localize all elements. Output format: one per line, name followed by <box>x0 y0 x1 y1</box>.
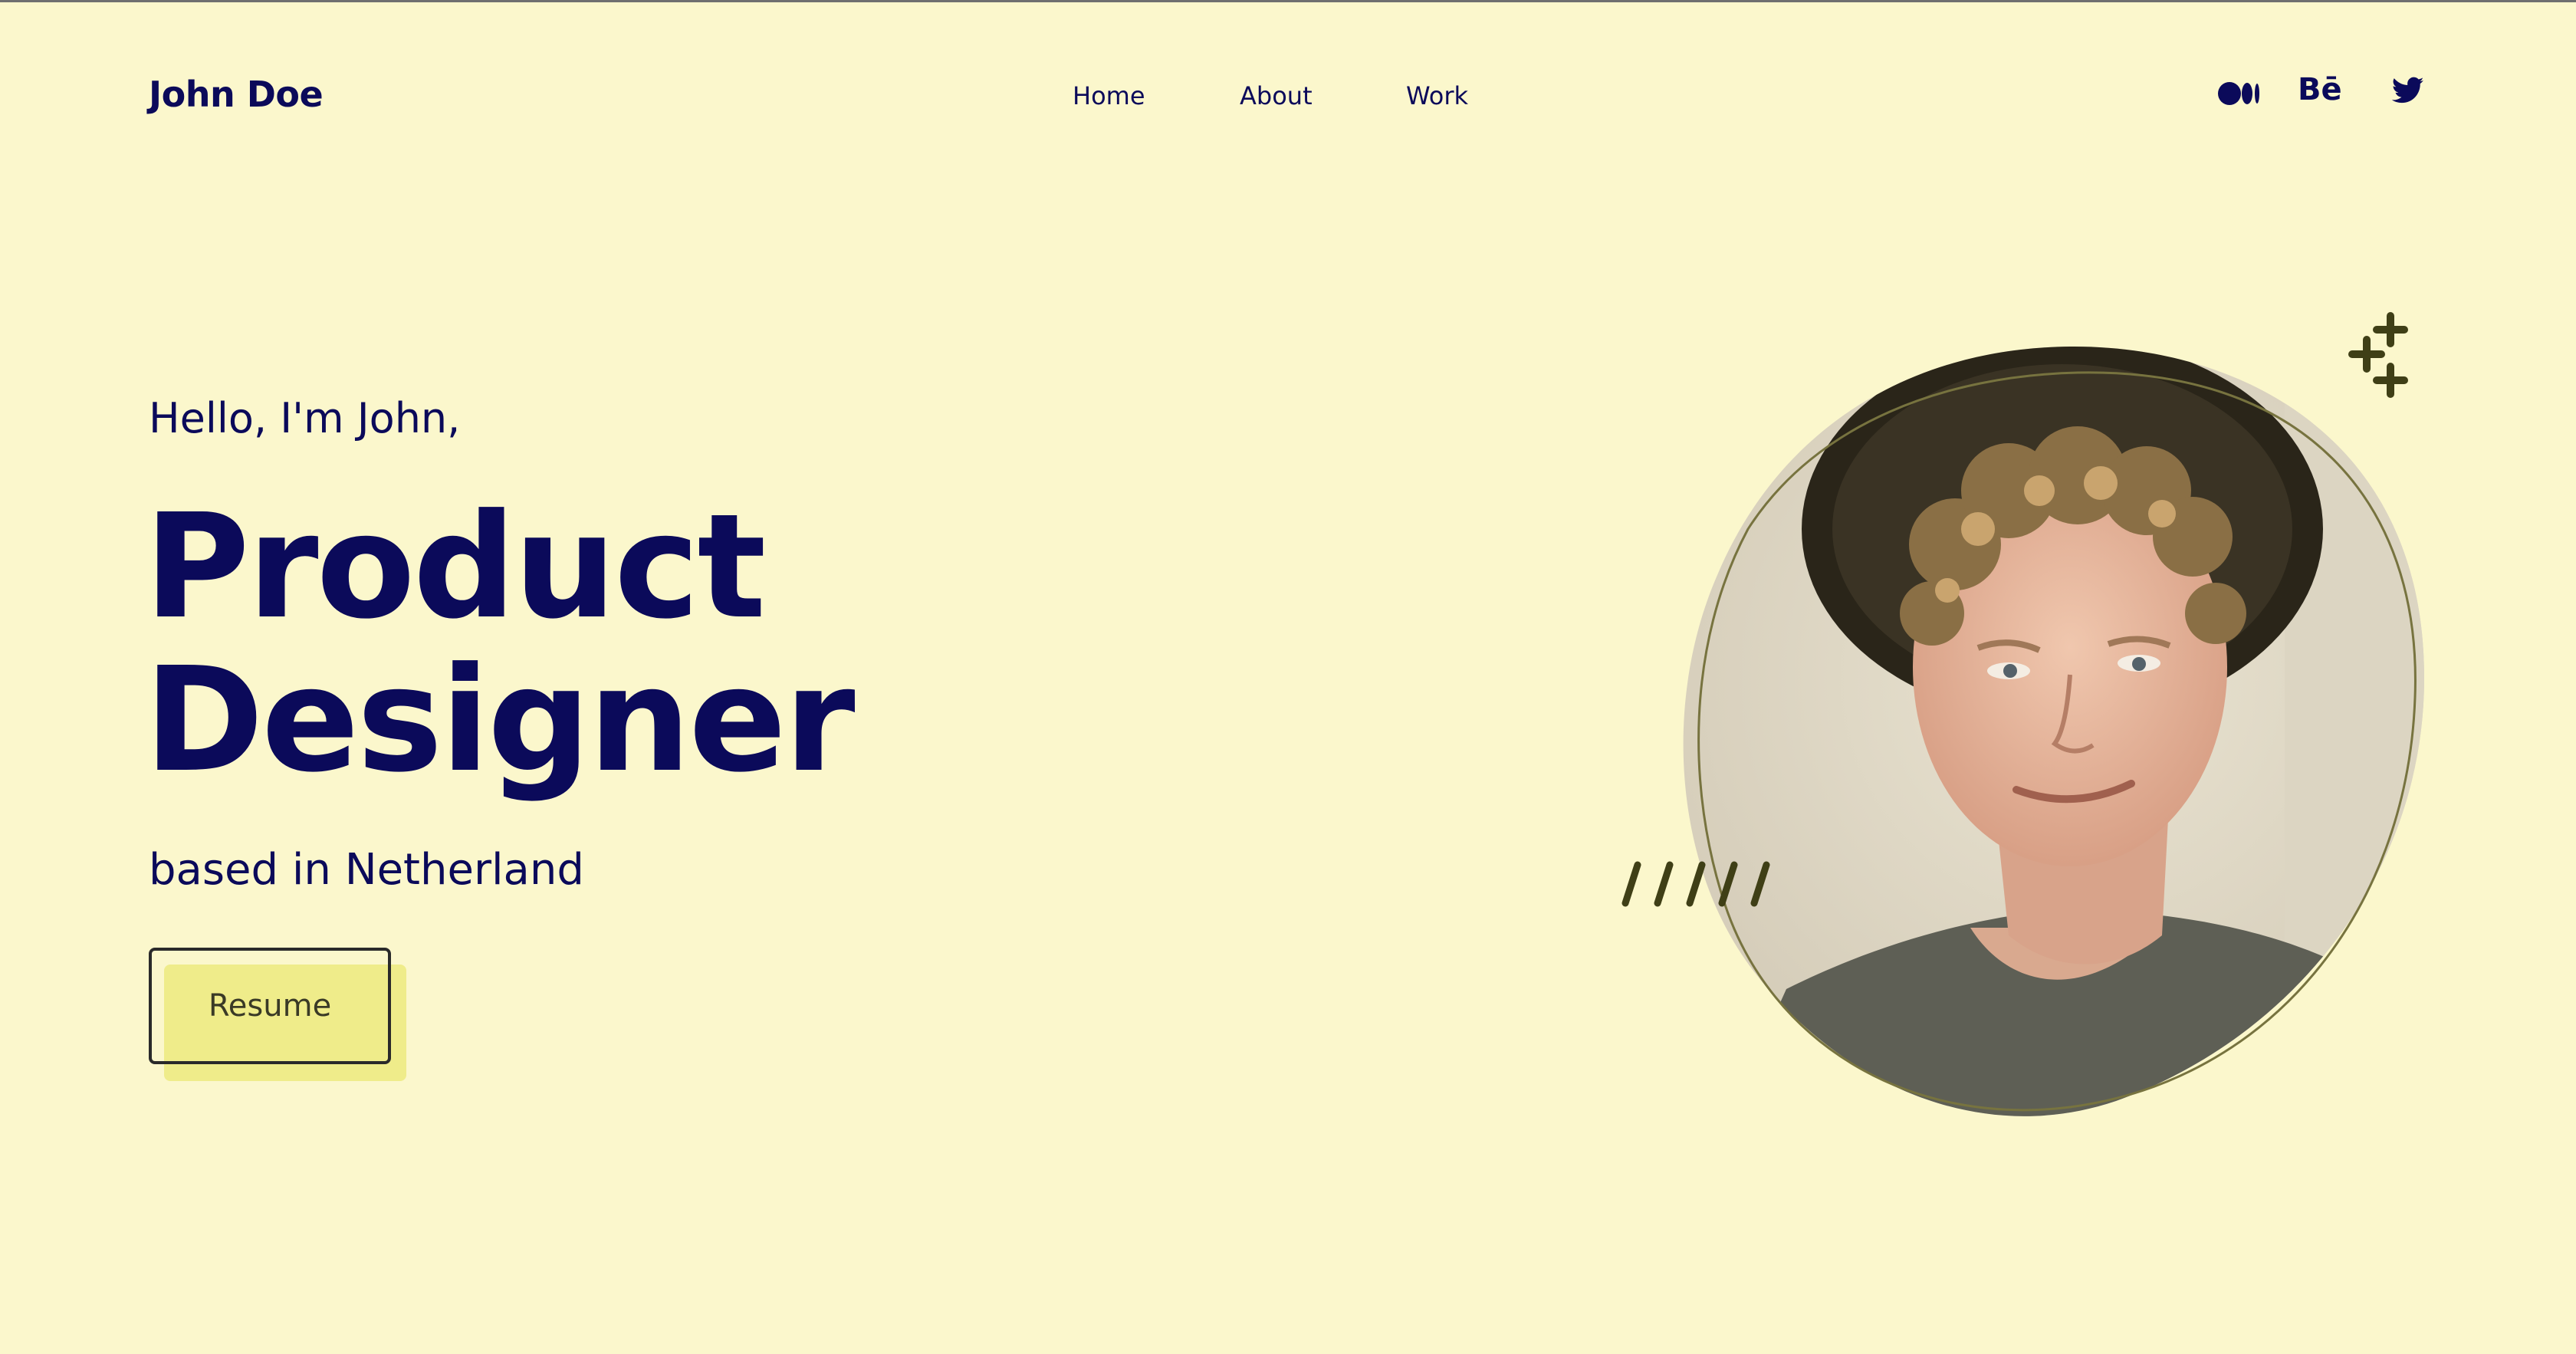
main-nav: Home About Work <box>0 81 2576 112</box>
nav-home-link[interactable]: Home <box>1073 81 1145 110</box>
medium-icon[interactable] <box>2218 80 2261 107</box>
hero-portrait <box>1610 299 2469 1142</box>
portrait-image <box>1622 312 2425 1116</box>
top-border <box>0 0 2576 2</box>
hero-greeting: Hello, I'm John, <box>149 394 461 442</box>
twitter-icon[interactable] <box>2391 77 2424 107</box>
hero-title-line-2: Designer <box>144 636 856 804</box>
hero-title: Product Designer <box>144 483 856 804</box>
resume-button[interactable]: Resume <box>149 948 391 1064</box>
behance-icon[interactable]: Bē <box>2298 71 2347 109</box>
nav-work-link[interactable]: Work <box>1406 81 1468 110</box>
nav-about-link[interactable]: About <box>1240 81 1313 110</box>
hero-location: based in Netherland <box>149 845 584 895</box>
plus-decoration-icon <box>2348 312 2408 398</box>
hero-title-line-1: Product <box>144 483 766 651</box>
portrait-photo <box>1683 346 2425 1116</box>
